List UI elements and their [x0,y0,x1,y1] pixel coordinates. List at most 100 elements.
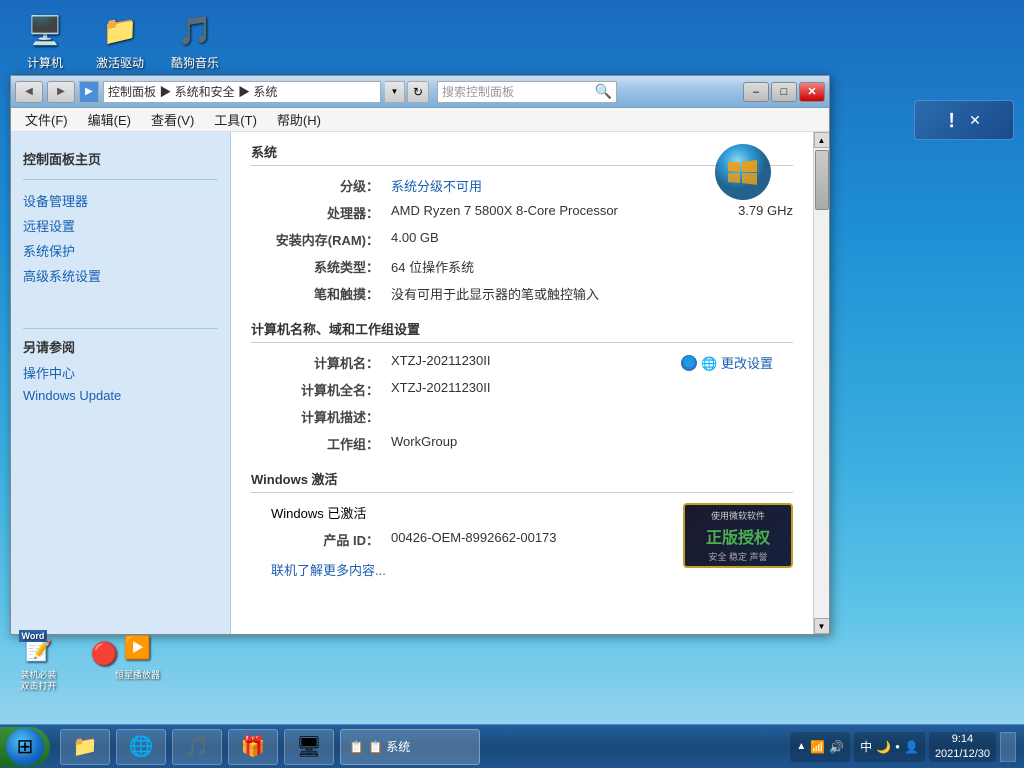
search-bar[interactable]: 搜索控制面板 🔍 [437,81,617,103]
address-dropdown-button[interactable]: ▼ [385,81,405,103]
taskbar-remote-button[interactable]: 🖥 [284,729,334,765]
search-icon[interactable]: 🔍 [595,83,612,100]
taskbar-desktop-word[interactable]: 📝 Word 装机必装 双击打开 [6,632,71,692]
sidebar-link-protection[interactable]: 系统保护 [23,238,218,263]
sidebar-link-advanced[interactable]: 高级系统设置 [23,263,218,288]
show-hidden-button[interactable]: ▲ [796,741,806,752]
user-icon[interactable]: 👤 [904,740,919,754]
processor-value: AMD Ryzen 7 5800X 8-Core Processor [391,203,718,218]
workgroup-label: 工作组： [251,434,391,453]
menu-view[interactable]: 查看(V) [145,108,200,131]
activation-status: Windows 已激活 [251,503,366,522]
section-header-activation: Windows 激活 [251,469,793,493]
refresh-button[interactable]: ↻ [407,81,429,103]
processor-speed: 3.79 GHz [738,203,793,218]
word-label: 装机必装 双击打开 [20,670,56,692]
window-icon: 📋 [349,740,364,754]
activation-badge: 使用微软软件 正版授权 安全 稳定 声誉 [683,503,793,568]
taskbar-tray: ▲ 📶 🔊 中 🌙 ● 👤 9:14 2021/12/30 [790,732,1024,762]
globe-icon: 🌐 [681,355,697,371]
ram-label: 安装内存(RAM)： [251,230,391,249]
desktop-icon-label: 酷狗音乐 [171,54,219,71]
scroll-up-button[interactable]: ▲ [814,132,830,148]
sidebar-link-windows-update[interactable]: Windows Update [23,385,218,406]
menu-bar: 文件(F) 编辑(E) 查看(V) 工具(T) 帮助(H) [11,108,829,132]
desc-label: 计算机描述： [251,407,391,426]
system-type-value: 64 位操作系统 [391,257,793,276]
desktop-icon-music[interactable]: 🎵 酷狗音乐 [160,10,230,71]
info-row-pen: 笔和触摸： 没有可用于此显示器的笔或触控输入 [251,284,793,303]
computer-icon: 🖥️ [25,10,65,50]
menu-file[interactable]: 文件(F) [19,108,74,131]
taskbar-explorer-button[interactable]: 📁 [60,729,110,765]
desktop-icon-computer[interactable]: 🖥️ 计算机 [10,10,80,71]
close-button[interactable]: ✕ [799,82,825,102]
scrollbar[interactable]: ▲ ▼ [813,132,829,634]
change-settings-text: 🌐 更改设置 [701,353,773,372]
sidebar-also-title: 另请参阅 [23,337,218,356]
pen-label: 笔和触摸： [251,284,391,303]
workgroup-value: WorkGroup [391,434,793,449]
sidebar-home-link[interactable]: 控制面板主页 [23,146,218,171]
product-id-value: 00426-OEM-8992662-00173 [391,530,683,545]
window-titlebar: ◀ ▶ ▶ 控制面板 ▶ 系统和安全 ▶ 系统 ▼ ↻ 搜索控制面板 🔍 – □… [11,76,829,108]
system-type-label: 系统类型： [251,257,391,276]
product-id-label: 产品 ID： [251,530,391,549]
computer-name-label: 计算机名： [251,353,391,372]
taskbar: ⊞ 📁 🌐 🎵 🎁 🖥 📋 📋 系统 ▲ 📶 🔊 中 🌙 ● 👤 9:14 20… [0,724,1024,768]
badge-bottom-text: 安全 稳定 声誉 [708,550,767,563]
address-text: 控制面板 ▶ 系统和安全 ▶ 系统 [108,83,277,100]
clock-date: 2021/12/30 [935,747,990,761]
volume-icon[interactable]: 🔊 [829,740,844,754]
info-row-computer-name: 计算机名： XTZJ-20211230II 🌐 🌐 更改设置 [251,353,793,372]
taskbar-window-system[interactable]: 📋 📋 系统 [340,729,480,765]
processor-label: 处理器： [251,203,391,222]
moon-icon[interactable]: 🌙 [876,740,891,754]
rating-label: 分级： [251,176,391,195]
menu-tools[interactable]: 工具(T) [208,108,263,131]
nav-forward-button[interactable]: ▶ [47,81,75,103]
scroll-thumb[interactable] [815,150,829,210]
minimize-button[interactable]: – [743,82,769,102]
info-row-desc: 计算机描述： [251,407,793,426]
taskbar-ie-button[interactable]: 🌐 [116,729,166,765]
activation-section: Windows 激活 Windows 已激活 产品 ID： 00426-OEM-… [251,469,793,582]
desktop-icon-driver[interactable]: 📁 激活驱动 [85,10,155,71]
address-bar[interactable]: 控制面板 ▶ 系统和安全 ▶ 系统 [103,81,381,103]
notification-close[interactable]: ✕ [969,112,981,129]
info-row-fullname: 计算机全名： XTZJ-20211230II [251,380,793,399]
sidebar-link-action-center[interactable]: 操作中心 [23,360,218,385]
taskbar-music-button[interactable]: 🎵 [172,729,222,765]
ime-button[interactable]: 中 [860,738,872,755]
taskbar-gift-button[interactable]: 🎁 [228,729,278,765]
menu-edit[interactable]: 编辑(E) [82,108,137,131]
sidebar-link-device-manager[interactable]: 设备管理器 [23,188,218,213]
clock[interactable]: 9:14 2021/12/30 [929,732,996,762]
taskbar-desktop-player[interactable]: ▶️ 恒星播放器 [105,630,170,681]
overlay-notification[interactable]: ！ ✕ [914,100,1014,140]
badge-top-text: 使用微软软件 [711,509,765,522]
sidebar-link-remote[interactable]: 远程设置 [23,213,218,238]
computer-section: 计算机名称、域和工作组设置 计算机名： XTZJ-20211230II 🌐 🌐 … [251,319,793,453]
fullname-value: XTZJ-20211230II [391,380,793,395]
info-row-product-id: 产品 ID： 00426-OEM-8992662-00173 [251,530,683,549]
fullname-label: 计算机全名： [251,380,391,399]
sidebar: 控制面板主页 设备管理器 远程设置 系统保护 高级系统设置 另请参阅 操作中心 … [11,132,231,634]
word-badge: Word [19,630,48,642]
tray-ime: 中 🌙 ● 👤 [854,732,925,762]
player-icon: ▶️ [120,630,156,666]
taskbar-pinned-apps: 📁 🌐 🎵 🎁 🖥 [58,729,336,765]
system-window: ◀ ▶ ▶ 控制面板 ▶ 系统和安全 ▶ 系统 ▼ ↻ 搜索控制面板 🔍 – □… [10,75,830,635]
network-icon[interactable]: 📶 [810,740,825,754]
learn-more-link[interactable]: 联机了解更多内容... [251,557,683,582]
change-settings-link[interactable]: 🌐 🌐 更改设置 [681,353,773,372]
windows-logo [703,142,783,202]
section-header-computer: 计算机名称、域和工作组设置 [251,319,793,343]
start-button[interactable]: ⊞ [0,727,50,767]
scroll-down-button[interactable]: ▼ [814,618,830,634]
show-desktop-button[interactable] [1000,732,1016,762]
menu-help[interactable]: 帮助(H) [271,108,327,131]
nav-back-button[interactable]: ◀ [15,81,43,103]
notification-text: ！ [947,107,965,133]
maximize-button[interactable]: □ [771,82,797,102]
